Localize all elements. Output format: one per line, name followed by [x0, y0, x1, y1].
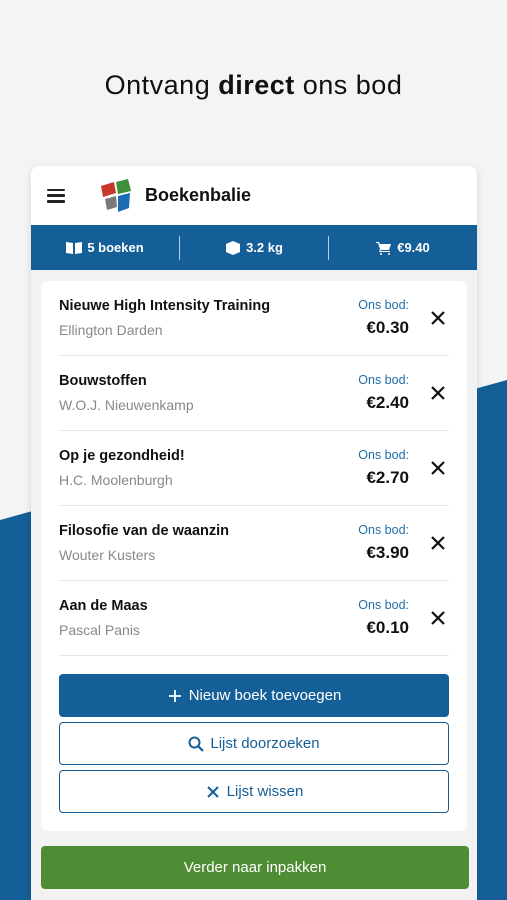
- book-title: Bouwstoffen: [59, 373, 147, 389]
- books-count: 5 boeken: [31, 240, 179, 255]
- app-brand: Boekenbalie: [145, 185, 252, 205]
- add-book-button[interactable]: Nieuw boek toevoegen: [59, 674, 449, 717]
- remove-book-button[interactable]: [427, 457, 449, 479]
- menu-icon[interactable]: [47, 188, 65, 203]
- book-title: Nieuwe High Intensity Training: [59, 298, 271, 314]
- search-icon: [188, 736, 205, 752]
- bid-value: €2.70: [366, 468, 409, 487]
- close-icon: [206, 785, 219, 798]
- list-item: Nieuwe High Intensity Training Ellington…: [59, 281, 449, 356]
- book-author: H.C. Moolenburgh: [59, 472, 173, 488]
- bid-label: Ons bod:: [358, 373, 409, 387]
- app-screen: Boekenbalie 5 boeken 3.2 kg €9.40 Nieuwe…: [31, 166, 477, 900]
- bid-value: €3.90: [366, 543, 409, 562]
- book-author: Wouter Kusters: [59, 547, 156, 563]
- list-actions: Nieuw boek toevoegen Lijst doorzoeken Li…: [59, 674, 449, 813]
- close-icon: [431, 311, 445, 325]
- boekenbalie-logo: [97, 177, 135, 215]
- remove-book-button[interactable]: [427, 532, 449, 554]
- list-item: Filosofie van de waanzin Wouter Kusters …: [59, 506, 449, 581]
- bid-label: Ons bod:: [358, 598, 409, 612]
- remove-book-button[interactable]: [427, 382, 449, 404]
- book-open-icon: [66, 241, 83, 254]
- close-icon: [431, 536, 445, 550]
- book-title: Aan de Maas: [59, 598, 148, 614]
- close-icon: [431, 386, 445, 400]
- clear-list-button[interactable]: Lijst wissen: [59, 770, 449, 813]
- bid-value: €0.30: [366, 318, 409, 337]
- weight: 3.2 kg: [180, 240, 328, 255]
- list-item: Aan de Maas Pascal Panis Ons bod: €0.10: [59, 581, 449, 656]
- book-title: Filosofie van de waanzin: [59, 523, 230, 539]
- plus-icon: [168, 689, 181, 702]
- remove-book-button[interactable]: [427, 307, 449, 329]
- app-bar: Boekenbalie: [31, 166, 477, 225]
- list-item: Op je gezondheid! H.C. Moolenburgh Ons b…: [59, 431, 449, 506]
- book-author: W.O.J. Nieuwenkamp: [59, 397, 194, 413]
- close-icon: [431, 611, 445, 625]
- book-author: Pascal Panis: [59, 622, 140, 638]
- bid-label: Ons bod:: [358, 523, 409, 537]
- box-icon: [226, 240, 241, 255]
- cart-icon: [376, 241, 392, 255]
- book-title: Op je gezondheid!: [59, 448, 185, 464]
- bid-value: €0.10: [366, 618, 409, 637]
- bid-label: Ons bod:: [358, 298, 409, 312]
- book-list-card: Nieuwe High Intensity Training Ellington…: [41, 281, 467, 831]
- bid-value: €2.40: [366, 393, 409, 412]
- close-icon: [431, 461, 445, 475]
- headline: Ontvang direct ons bod: [104, 70, 403, 100]
- bid-label: Ons bod:: [358, 448, 409, 462]
- list-item: Bouwstoffen W.O.J. Nieuwenkamp Ons bod: …: [59, 356, 449, 431]
- book-author: Ellington Darden: [59, 322, 163, 338]
- stats-bar: 5 boeken 3.2 kg €9.40: [31, 225, 477, 270]
- remove-book-button[interactable]: [427, 607, 449, 629]
- continue-to-packing-button[interactable]: Verder naar inpakken: [41, 846, 469, 889]
- search-list-button[interactable]: Lijst doorzoeken: [59, 722, 449, 765]
- total-bid: €9.40: [329, 240, 477, 255]
